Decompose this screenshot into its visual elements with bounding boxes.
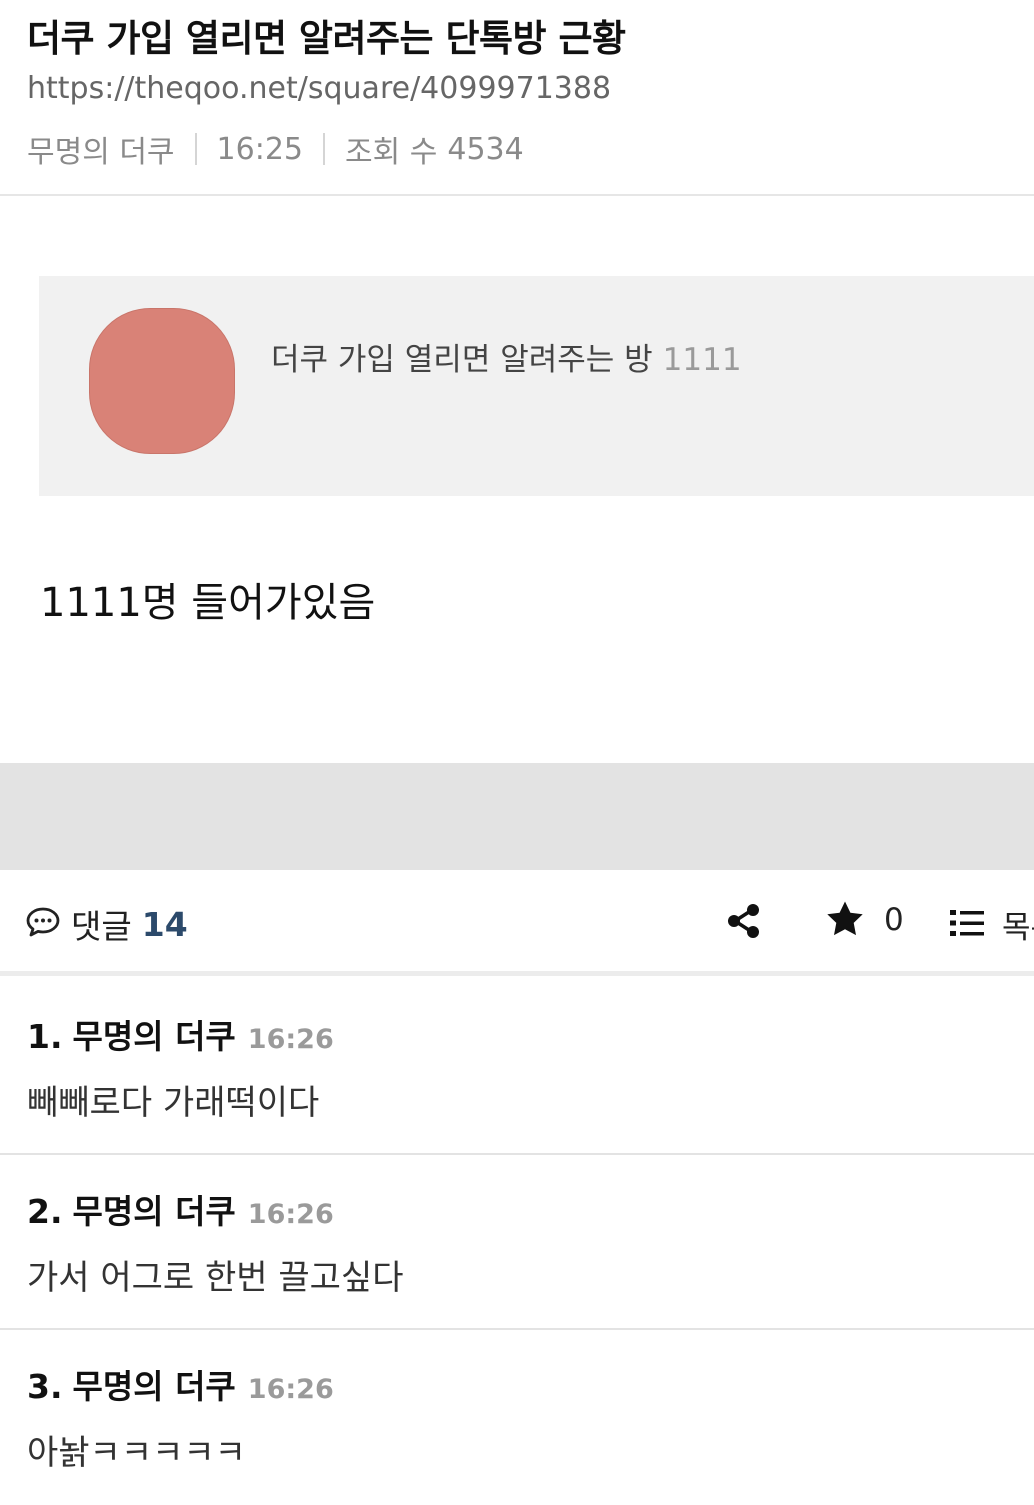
- comment-item: 1. 무명의 더쿠 16:26 빼빼로다 가래떡이다: [0, 980, 1034, 1155]
- comments-count: 14: [141, 904, 188, 944]
- comment-time: 16:26: [247, 1374, 334, 1405]
- comment-body: 빼빼로다 가래떡이다: [27, 1083, 320, 1123]
- post-body: 1111명 들어가있음: [40, 580, 376, 626]
- chatroom-link-card[interactable]: 더쿠 가입 열리면 알려주는 방 1111: [39, 276, 1034, 496]
- post-title: 더쿠 가입 열리면 알려주는 단톡방 근황: [27, 17, 626, 60]
- chatroom-title: 더쿠 가입 열리면 알려주는 방: [271, 342, 653, 378]
- post-meta: 무명의 더쿠 16:25 조회 수 4534: [27, 127, 524, 171]
- favorite-button[interactable]: 0: [826, 900, 904, 940]
- comment-body: 가서 어그로 한번 끌고싶다: [27, 1258, 404, 1298]
- comment-icon: [25, 906, 61, 942]
- post-action-bar: 댓글 14 0 목: [0, 870, 1034, 976]
- list-label: 목록: [1002, 910, 1034, 946]
- comment-author[interactable]: 무명의 더쿠: [73, 1360, 236, 1408]
- comment-header: 3. 무명의 더쿠 16:26: [27, 1360, 334, 1408]
- comment-number: 1.: [27, 1017, 63, 1056]
- favorite-count: 0: [884, 902, 904, 938]
- comment-time: 16:26: [247, 1199, 334, 1230]
- comment-number: 2.: [27, 1192, 63, 1231]
- list-button[interactable]: 목록: [950, 902, 1034, 947]
- comment-body: 아놝ㅋㅋㅋㅋㅋ: [27, 1433, 246, 1473]
- comment-item: 3. 무명의 더쿠 16:26 아놝ㅋㅋㅋㅋㅋ: [0, 1330, 1034, 1505]
- views-label: 조회 수: [345, 135, 438, 170]
- comment-number: 3.: [27, 1367, 63, 1406]
- post-url-link[interactable]: https://theqoo.net/square/4099971388: [27, 71, 611, 106]
- star-icon: [826, 900, 864, 940]
- post-header: 더쿠 가입 열리면 알려주는 단톡방 근황 https://theqoo.net…: [0, 0, 1034, 196]
- chatroom-thumbnail: [89, 308, 235, 454]
- list-icon: [950, 908, 984, 942]
- chatroom-member-count: 1111: [662, 342, 742, 378]
- views-count: 4534: [447, 131, 524, 167]
- meta-divider: [194, 133, 197, 165]
- content-divider-band: [0, 763, 1034, 870]
- share-icon: [727, 904, 761, 943]
- comment-author[interactable]: 무명의 더쿠: [73, 1185, 236, 1233]
- comment-time: 16:26: [247, 1024, 334, 1055]
- post-time: 16:25: [216, 131, 304, 167]
- post-author[interactable]: 무명의 더쿠: [27, 127, 175, 171]
- comment-header: 1. 무명의 더쿠 16:26: [27, 1010, 334, 1058]
- comment-author[interactable]: 무명의 더쿠: [73, 1010, 236, 1058]
- chatroom-card-text: 더쿠 가입 열리면 알려주는 방 1111: [271, 334, 742, 379]
- meta-divider: [323, 133, 326, 165]
- comment-item: 2. 무명의 더쿠 16:26 가서 어그로 한번 끌고싶다: [0, 1155, 1034, 1330]
- comments-toggle-button[interactable]: 댓글 14: [25, 900, 188, 948]
- share-button[interactable]: [727, 903, 761, 939]
- comment-header: 2. 무명의 더쿠 16:26: [27, 1185, 334, 1233]
- comments-label: 댓글: [71, 907, 132, 946]
